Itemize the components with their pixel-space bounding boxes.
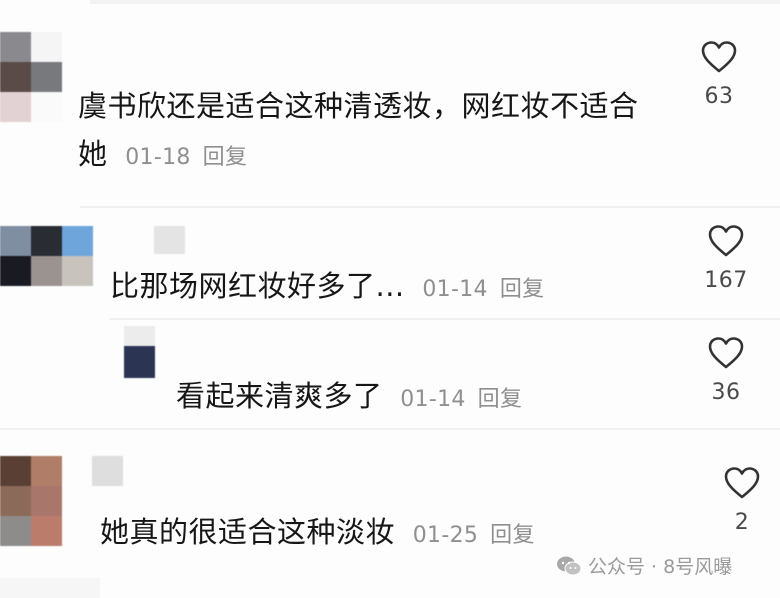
- comment-text-line: 她: [78, 137, 108, 171]
- comment-meta: 01-18 回复: [117, 145, 247, 170]
- like-control[interactable]: 36: [696, 336, 756, 405]
- reply-comment: 比那场网红妆好多了... 01-14 回复: [110, 262, 544, 314]
- comment-list: 虞书欣还是适合这种清透妆，网红妆不适合 她 01-18 回复 63 比那场网红妆好…: [0, 0, 780, 598]
- heart-outline-icon[interactable]: [707, 224, 745, 258]
- comment-text-line: 虞书欣还是适合这种清透妆，网红妆不适合: [78, 89, 639, 123]
- comment-meta: 01-14 回复: [414, 277, 544, 302]
- comment-meta: 01-25 回复: [405, 523, 535, 548]
- watermark: 公众号 · 8号风曝: [556, 552, 732, 579]
- avatar-blurred[interactable]: [0, 456, 62, 546]
- divider: [110, 318, 780, 320]
- divider: [80, 206, 780, 208]
- like-count: 167: [704, 268, 748, 293]
- reply-comment: 她真的很适合这种淡妆 01-25 回复: [100, 508, 535, 560]
- avatar-blurred[interactable]: [0, 32, 62, 122]
- reply-avatar-blurred[interactable]: [154, 226, 185, 254]
- comment-text-line: 比那场网红妆好多了...: [110, 269, 405, 303]
- heart-outline-icon[interactable]: [707, 336, 745, 370]
- comment-meta: 01-14 回复: [392, 387, 522, 412]
- like-count: 2: [734, 510, 750, 535]
- heart-outline-icon[interactable]: [700, 40, 738, 74]
- like-control[interactable]: 63: [689, 40, 749, 109]
- comment-date: 01-18: [125, 145, 191, 170]
- reply-button[interactable]: 回复: [490, 523, 535, 548]
- reply-comment: 看起来清爽多了 01-14 回复: [176, 372, 522, 424]
- reply-button[interactable]: 回复: [500, 277, 545, 302]
- comment-date: 01-25: [412, 523, 479, 548]
- divider: [0, 428, 780, 430]
- comment-date: 01-14: [422, 277, 488, 302]
- like-control[interactable]: 167: [696, 224, 756, 293]
- like-count: 63: [704, 84, 734, 109]
- heart-outline-icon[interactable]: [723, 466, 761, 500]
- reply-avatar-blurred[interactable]: [124, 326, 155, 378]
- wechat-icon: [557, 556, 582, 575]
- bottom-edge: [0, 578, 100, 598]
- top-divider: [90, 0, 780, 4]
- reply-button[interactable]: 回复: [203, 145, 248, 170]
- comment-date: 01-14: [400, 387, 466, 412]
- reply-avatar-blurred[interactable]: [92, 456, 123, 486]
- like-control[interactable]: 2: [712, 466, 772, 535]
- avatar-blurred[interactable]: [0, 226, 93, 286]
- comment-text: 虞书欣还是适合这种清透妆，网红妆不适合 她 01-18 回复: [78, 82, 639, 182]
- comment-text-line: 看起来清爽多了: [176, 379, 383, 413]
- comment-text-line: 她真的很适合这种淡妆: [100, 515, 396, 549]
- watermark-text: 公众号 · 8号风曝: [588, 556, 733, 578]
- like-count: 36: [711, 380, 741, 405]
- reply-button[interactable]: 回复: [478, 387, 523, 412]
